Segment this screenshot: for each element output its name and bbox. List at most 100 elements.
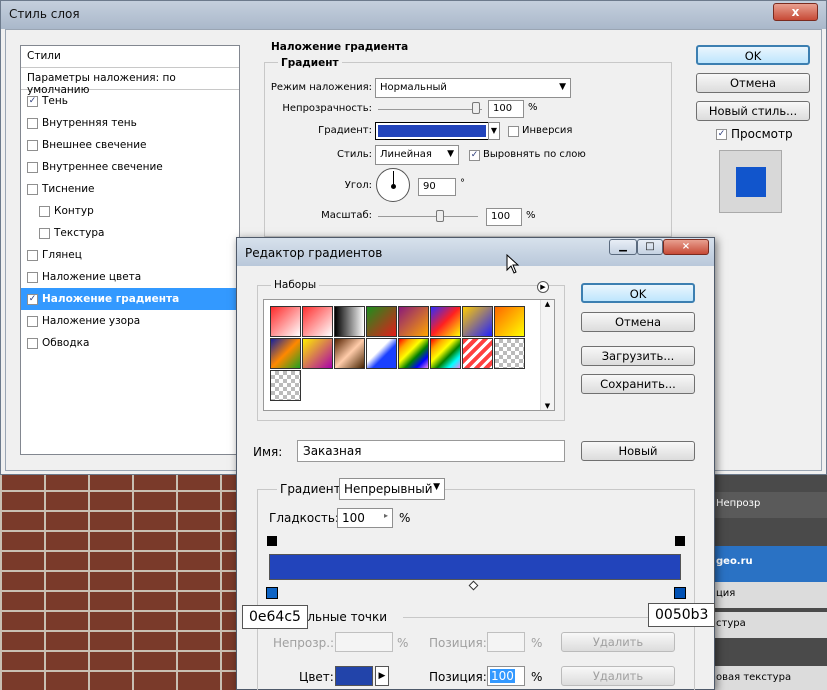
name-input[interactable]: Заказная [297,440,565,462]
stop-opacity-position-input[interactable] [487,632,525,652]
close-button[interactable]: × [663,239,709,255]
preset-swatch[interactable] [334,306,365,337]
style-checkbox[interactable] [27,337,38,349]
cancel-button[interactable]: Отмена [696,73,810,93]
preset-swatch[interactable] [366,306,397,337]
blend-mode-label: Режим наложения: [270,82,372,93]
style-checkbox[interactable] [27,183,38,195]
preset-swatch[interactable] [494,306,525,337]
preset-swatch[interactable] [270,338,301,369]
style-item[interactable]: Глянец [21,244,239,266]
preset-swatch[interactable] [270,370,301,401]
style-checkbox[interactable] [27,271,38,283]
style-checkbox[interactable] [27,139,38,151]
color-stop-right[interactable] [673,584,687,600]
angle-dial[interactable] [376,168,410,202]
styles-header[interactable]: Стили [21,46,239,68]
stop-color-position-input[interactable]: 100 [487,666,525,686]
scale-input[interactable]: 100 [486,208,522,226]
style-item[interactable]: ✓ Наложение градиента [21,288,239,310]
blend-mode-select[interactable]: Нормальный ▼ [375,78,571,98]
style-checkbox[interactable] [27,161,38,173]
style-select[interactable]: Линейная ▼ [375,145,459,165]
new-gradient-button[interactable]: Новый [581,441,695,461]
opacity-slider[interactable] [378,109,482,110]
smoothness-input[interactable]: 100 ▸ [337,508,393,528]
delete-color-stop-button[interactable]: Удалить [561,666,675,686]
scroll-down-icon[interactable]: ▼ [541,402,554,410]
preset-swatch[interactable] [366,338,397,369]
preview-checkbox[interactable]: ✓ [716,129,727,140]
style-item[interactable]: Обводка [21,332,239,354]
presets-scrollbar[interactable]: ▲ ▼ [540,300,554,410]
style-item[interactable]: Внутренняя тень [21,112,239,134]
gradient-bar[interactable] [269,554,681,580]
style-label: Стиль: [337,149,372,160]
new-style-button[interactable]: Новый стиль... [696,101,810,121]
preset-swatch[interactable] [270,306,301,337]
chevron-right-icon[interactable]: ▸ [384,511,388,520]
color-menu-arrow-icon[interactable]: ▶ [375,666,389,686]
style-checkbox[interactable]: ✓ [27,95,38,107]
preset-swatch[interactable] [334,338,365,369]
style-item[interactable]: ✓ Тень [21,90,239,112]
align-checkbox[interactable]: ✓ [469,150,480,161]
preset-swatch[interactable] [302,306,333,337]
stop-opacity-input[interactable] [335,632,393,652]
style-item[interactable]: Наложение цвета [21,266,239,288]
stop-color-swatch[interactable] [335,666,373,686]
editor-ok-button[interactable]: OK [581,283,695,303]
smoothness-label: Гладкость: [269,511,339,525]
preset-swatch[interactable] [494,338,525,369]
gradient-label: Градиент: [318,125,372,136]
bg-row: ция [712,582,827,608]
delete-opacity-stop-button[interactable]: Удалить [561,632,675,652]
style-item[interactable]: Текстура [21,222,239,244]
preset-swatch[interactable] [398,306,429,337]
preset-swatch[interactable] [462,306,493,337]
opacity-stop-right[interactable] [673,536,687,550]
style-item[interactable]: Наложение узора [21,310,239,332]
style-item-label: Внутреннее свечение [42,161,163,173]
style-item[interactable]: Контур [21,200,239,222]
editor-titlebar[interactable]: Редактор градиентов ▁ □ × [237,238,714,266]
scroll-up-icon[interactable]: ▲ [541,300,554,308]
scale-slider[interactable] [378,216,478,217]
style-checkbox[interactable] [27,117,38,129]
style-checkbox[interactable] [39,205,50,217]
style-item[interactable]: Внутреннее свечение [21,156,239,178]
angle-input[interactable]: 90 [418,178,456,196]
color-stop-left[interactable] [265,584,279,600]
styles-list: Стили Параметры наложения: по умолчанию … [20,45,240,455]
opacity-stop-left[interactable] [265,536,279,550]
minimize-button[interactable]: ▁ [609,239,637,255]
maximize-button[interactable]: □ [637,239,663,255]
preset-swatch[interactable] [398,338,429,369]
preset-swatch[interactable] [462,338,493,369]
ok-button[interactable]: OK [696,45,810,65]
menu-arrow-icon[interactable]: ▶ [537,281,549,293]
save-button[interactable]: Сохранить... [581,374,695,394]
style-checkbox[interactable] [27,315,38,327]
style-checkbox[interactable]: ✓ [27,293,38,305]
dialog-titlebar[interactable]: Стиль слоя x [1,1,826,29]
opacity-input[interactable]: 100 [488,100,524,118]
load-button[interactable]: Загрузить... [581,346,695,366]
style-item[interactable]: Внешнее свечение [21,134,239,156]
gradient-type-value: Непрерывный [344,482,433,496]
preset-swatch[interactable] [302,338,333,369]
preset-swatch[interactable] [430,338,461,369]
close-button[interactable]: x [773,3,818,21]
style-checkbox[interactable] [27,249,38,261]
preset-swatch[interactable] [430,306,461,337]
blending-options[interactable]: Параметры наложения: по умолчанию [21,68,239,96]
reverse-checkbox[interactable] [508,126,519,137]
gradient-type-select[interactable]: Непрерывный ▼ [339,478,445,500]
style-item[interactable]: Тиснение [21,178,239,200]
editor-cancel-button[interactable]: Отмена [581,312,695,332]
opacity-slider-thumb[interactable] [472,102,480,114]
scale-slider-thumb[interactable] [436,210,444,222]
chevron-down-icon[interactable]: ▼ [488,122,500,140]
gradient-swatch[interactable] [375,122,489,140]
style-checkbox[interactable] [39,227,50,239]
